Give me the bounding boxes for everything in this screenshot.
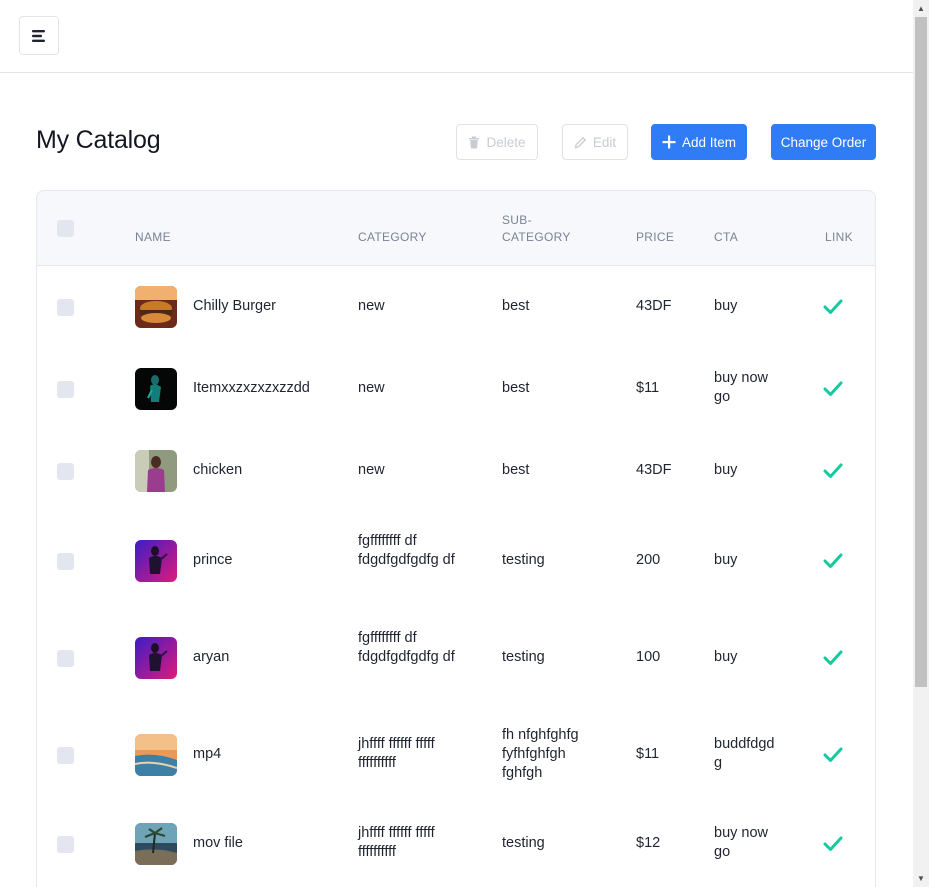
table-row[interactable]: mp4 jhffff ffffff fffff ffffffffff fh nf… xyxy=(37,706,875,803)
scroll-down-arrow-icon[interactable]: ▼ xyxy=(913,870,929,887)
catalog-table: NAME CATEGORY SUB- CATEGORY PRICE CTA LI… xyxy=(36,190,876,887)
delete-label: Delete xyxy=(486,134,526,150)
item-cta: buy xyxy=(714,298,738,314)
item-name: prince xyxy=(193,552,233,568)
item-cta: buy now go xyxy=(714,370,769,405)
item-thumbnail xyxy=(135,368,177,410)
check-icon xyxy=(823,381,843,396)
top-bar xyxy=(0,0,913,73)
select-all-checkbox[interactable] xyxy=(57,220,74,237)
item-name: mp4 xyxy=(193,746,222,762)
table-row[interactable]: Itemxxzxzxzxzzdd new best $11 buy now go xyxy=(37,348,875,430)
table-header: NAME CATEGORY SUB- CATEGORY PRICE CTA LI… xyxy=(37,191,875,266)
item-category: new xyxy=(358,380,385,396)
pencil-icon xyxy=(574,136,586,148)
row-checkbox[interactable] xyxy=(57,553,74,570)
change-order-button[interactable]: Change Order xyxy=(771,124,876,160)
scrollbar-thumb[interactable] xyxy=(915,17,927,687)
item-thumbnail xyxy=(135,540,177,582)
table-row[interactable]: Chilly Burger new best 43DF buy xyxy=(37,266,875,348)
edit-button[interactable]: Edit xyxy=(562,124,628,160)
trash-icon xyxy=(469,136,480,148)
item-name: chicken xyxy=(193,462,243,478)
item-name: aryan xyxy=(193,649,230,665)
item-thumbnail xyxy=(135,823,177,865)
vertical-scrollbar[interactable]: ▲ ▼ xyxy=(913,0,929,887)
header-name[interactable]: NAME xyxy=(135,229,171,246)
check-icon xyxy=(823,463,843,478)
item-name: mov file xyxy=(193,835,243,851)
item-subcategory: testing xyxy=(502,552,545,568)
table-row[interactable]: mov file jhffff ffffff fffff ffffffffff … xyxy=(37,803,875,887)
hamburger-icon xyxy=(32,29,45,42)
item-category: fgffffffff df fdgdfgdfgdfg df xyxy=(358,533,455,568)
header-subcategory-line2: CATEGORY xyxy=(502,230,571,244)
header-cta[interactable]: CTA xyxy=(714,229,738,246)
table-row[interactable]: prince fgffffffff df fdgdfgdfgdfg df tes… xyxy=(37,512,875,609)
row-checkbox[interactable] xyxy=(57,650,74,667)
row-checkbox[interactable] xyxy=(57,836,74,853)
item-subcategory: best xyxy=(502,298,530,314)
item-thumbnail xyxy=(135,734,177,776)
item-category: new xyxy=(358,298,385,314)
check-icon xyxy=(823,747,843,762)
item-subcategory: best xyxy=(502,462,530,478)
item-subcategory: fh nfghfghfg fyfhfghfgh fghfgh xyxy=(502,727,579,781)
item-name: Chilly Burger xyxy=(193,298,276,314)
edit-label: Edit xyxy=(592,134,617,150)
item-subcategory: testing xyxy=(502,835,545,851)
table-row[interactable]: aryan fgffffffff df fdgdfgdfgdfg df test… xyxy=(37,609,875,706)
item-name: Itemxxzxzxzxzzdd xyxy=(193,380,310,396)
add-item-label: Add Item xyxy=(681,134,737,150)
check-icon xyxy=(823,299,843,314)
item-thumbnail xyxy=(135,637,177,679)
item-cta: buy xyxy=(714,649,738,665)
delete-button[interactable]: Delete xyxy=(456,124,538,160)
item-price: $11 xyxy=(636,380,660,396)
item-price: 43DF xyxy=(636,298,672,314)
item-subcategory: best xyxy=(502,380,530,396)
item-price: 43DF xyxy=(636,462,672,478)
check-icon xyxy=(823,553,843,568)
add-item-button[interactable]: Add Item xyxy=(651,124,747,160)
header-price[interactable]: PRICE xyxy=(636,229,674,246)
row-checkbox[interactable] xyxy=(57,381,74,398)
item-cta: buddfdgdg xyxy=(714,736,775,771)
item-price: 100 xyxy=(636,649,661,665)
header-subcategory-line1: SUB- xyxy=(502,213,532,227)
item-price: 200 xyxy=(636,552,661,568)
table-row[interactable]: chicken new best 43DF buy xyxy=(37,430,875,512)
item-category: jhffff ffffff fffff ffffffffff xyxy=(358,825,435,860)
item-price: $12 xyxy=(636,835,661,851)
item-subcategory: testing xyxy=(502,649,545,665)
check-icon xyxy=(823,650,843,665)
item-price: $11 xyxy=(636,746,660,762)
header-category[interactable]: CATEGORY xyxy=(358,229,427,246)
header-subcategory[interactable]: SUB- CATEGORY xyxy=(502,212,571,246)
item-category: jhffff ffffff fffff ffffffffff xyxy=(358,736,435,771)
item-cta: buy xyxy=(714,552,738,568)
item-cta: buy xyxy=(714,462,738,478)
plus-icon xyxy=(662,135,676,149)
header-link[interactable]: LINK xyxy=(825,229,853,246)
check-icon xyxy=(823,836,843,851)
row-checkbox[interactable] xyxy=(57,299,74,316)
item-category: new xyxy=(358,462,385,478)
row-checkbox[interactable] xyxy=(57,747,74,764)
item-cta: buy now go xyxy=(714,825,769,860)
menu-toggle-button[interactable] xyxy=(19,16,59,55)
row-checkbox[interactable] xyxy=(57,463,74,480)
page-title: My Catalog xyxy=(36,126,161,154)
scroll-up-arrow-icon[interactable]: ▲ xyxy=(913,0,929,17)
item-thumbnail xyxy=(135,450,177,492)
item-thumbnail xyxy=(135,286,177,328)
item-category: fgffffffff df fdgdfgdfgdfg df xyxy=(358,630,455,665)
